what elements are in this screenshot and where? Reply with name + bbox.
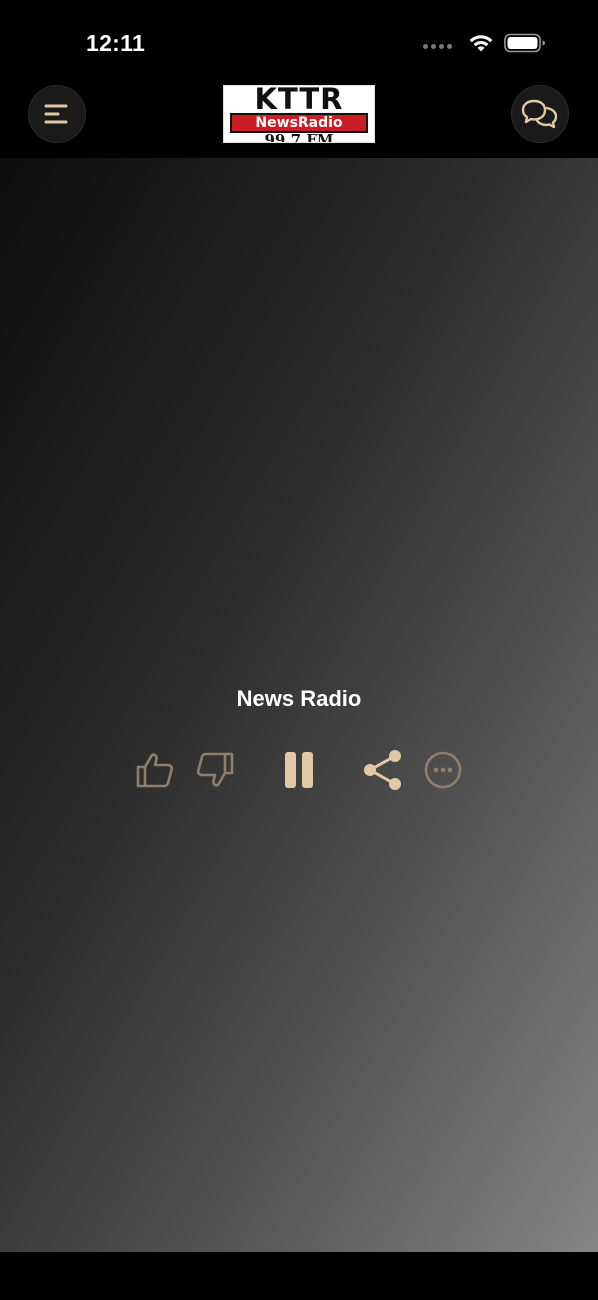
thumb-up-button[interactable] xyxy=(133,748,177,792)
logo-frequency: 99.7 FM xyxy=(264,131,334,143)
status-bar: 12:11 xyxy=(0,0,598,84)
share-button[interactable] xyxy=(361,748,405,792)
thumb-down-icon xyxy=(196,752,234,787)
thumb-down-button[interactable] xyxy=(193,748,237,792)
status-time: 12:11 xyxy=(86,30,146,56)
chat-button[interactable] xyxy=(511,85,569,143)
thumb-up-icon xyxy=(136,753,174,788)
cellular-signal-icon xyxy=(423,43,452,49)
share-icon xyxy=(364,750,401,790)
status-icons xyxy=(423,33,546,53)
wifi-icon xyxy=(469,35,493,52)
pause-button[interactable] xyxy=(277,748,321,792)
menu-button[interactable] xyxy=(28,85,86,143)
station-logo: KTTR NewsRadio 99.7 FM xyxy=(223,85,375,143)
app-header: KTTR NewsRadio 99.7 FM xyxy=(0,84,598,158)
pause-icon xyxy=(285,752,313,788)
battery-icon xyxy=(504,33,545,53)
logo-tagline: NewsRadio xyxy=(230,113,368,133)
logo-call-letters: KTTR xyxy=(254,85,344,116)
player-area: News Radio xyxy=(0,158,598,1252)
chat-bubbles-icon xyxy=(521,99,558,129)
more-options-button[interactable] xyxy=(421,748,465,792)
more-icon xyxy=(424,751,462,789)
bottom-bar xyxy=(0,1252,598,1300)
player-controls xyxy=(0,748,598,792)
track-title: News Radio xyxy=(236,686,362,711)
menu-icon xyxy=(44,104,68,124)
